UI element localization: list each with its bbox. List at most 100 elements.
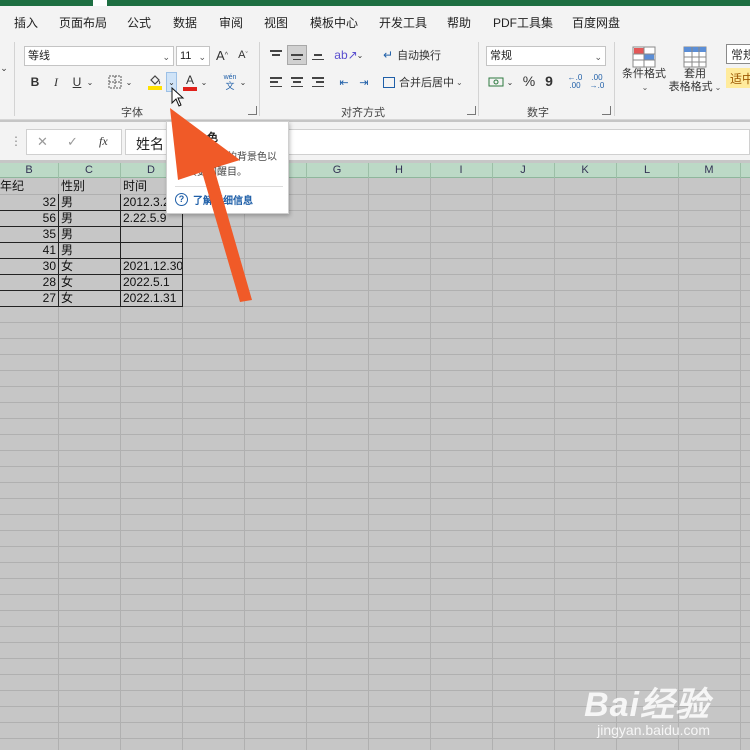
align-bottom-button[interactable] [310,47,326,63]
wrap-text-button[interactable]: ↵ 自动换行 [383,46,453,64]
decrease-decimal-button[interactable]: .00 →.0 [588,74,606,90]
worksheet-grid[interactable]: 年纪 性别 时间 32 男 2012.3.2 56 男 2.22.5.9 35 … [0,178,750,750]
gridline-horizontal [0,674,750,675]
column-header-m[interactable]: M [678,164,740,176]
table-cell[interactable]: 30 [0,258,56,274]
tab-view[interactable]: 视图 [264,14,288,31]
gridline-horizontal [0,610,750,611]
borders-dropdown-icon[interactable]: ⌄ [125,74,133,90]
underline-dropdown-icon[interactable]: ⌄ [86,74,94,90]
align-middle-button[interactable] [287,45,307,65]
style-moderate-cell[interactable]: 适中 [726,68,750,88]
alignment-group-launcher-icon[interactable] [467,106,476,115]
column-header-c[interactable]: C [58,164,120,176]
number-format-select[interactable]: 常规 ⌄ [486,46,606,66]
increase-indent-button[interactable]: ⇥ [356,74,372,90]
ribbon-tabs: 插入 页面布局 公式 数据 审阅 视图 模板中心 开发工具 帮助 PDF工具集 … [0,6,750,36]
format-as-table-label-1: 套用 [684,68,706,80]
align-right-button[interactable] [310,74,326,90]
font-color-button[interactable]: A [182,72,198,92]
grow-font-button[interactable]: A ^ [214,46,230,64]
phonetic-button[interactable]: wén 文 [222,71,238,93]
table-cell[interactable]: 2021.12.30 [123,258,183,274]
tab-page-layout[interactable]: 页面布局 [59,14,107,31]
font-group-launcher-icon[interactable] [248,106,257,115]
format-as-table-button[interactable]: 套用 表格格式 ⌄ [668,42,722,98]
increase-decimal-button[interactable]: ←.0.00 [566,74,584,90]
tooltip-help-link[interactable]: ? 了解详细信息 [175,192,253,207]
align-top-button[interactable] [268,47,284,63]
accounting-dropdown-icon[interactable]: ⌄ [506,74,514,90]
table-cell[interactable]: 女 [61,290,119,306]
percent-button[interactable]: % [520,72,538,90]
table-cell[interactable]: 男 [61,242,119,258]
table-cell[interactable]: 2022.1.31 [123,290,181,306]
tab-data[interactable]: 数据 [173,14,197,31]
align-center-button[interactable] [289,74,305,90]
table-cell[interactable]: 56 [0,210,56,226]
decrease-indent-button[interactable]: ⇤ [336,74,352,90]
italic-button[interactable]: I [49,74,63,90]
table-cell[interactable] [123,226,181,242]
table-cell[interactable]: 41 [0,242,56,258]
cell-header-gender[interactable]: 性别 [61,178,119,194]
gridline-horizontal [0,418,750,419]
column-header-i[interactable]: I [430,164,492,176]
style-normal-cell[interactable]: 常规 [726,44,750,64]
table-cell[interactable]: 女 [61,258,119,274]
tab-formulas[interactable]: 公式 [127,14,151,31]
table-cell[interactable]: 女 [61,274,119,290]
fill-color-swatch [148,86,162,90]
tab-insert[interactable]: 插入 [14,14,38,31]
column-header-h[interactable]: H [368,164,430,176]
font-color-dropdown-icon[interactable]: ⌄ [200,74,208,90]
tab-help[interactable]: 帮助 [447,14,471,31]
table-cell[interactable]: 2022.5.1 [123,274,181,290]
paint-bucket-icon [150,75,161,85]
tab-developer[interactable]: 开发工具 [379,14,427,31]
accounting-format-button[interactable] [487,74,505,90]
insert-function-button[interactable]: fx [99,134,108,149]
table-cell[interactable]: 32 [0,194,56,210]
column-header-j[interactable]: J [492,164,554,176]
column-header-k[interactable]: K [554,164,616,176]
phonetic-dropdown-icon[interactable]: ⌄ [239,74,247,90]
comma-style-button[interactable]: 9 [542,72,556,90]
confirm-icon[interactable]: ✓ [67,134,78,150]
shrink-arrow-icon: ˇ [245,51,248,59]
tab-template-center[interactable]: 模板中心 [310,14,358,31]
table-cell[interactable] [123,242,181,258]
table-cell[interactable]: 35 [0,226,56,242]
shrink-font-button[interactable]: Aˇ [235,46,251,64]
orientation-dropdown-icon[interactable]: ⌄ [356,46,364,64]
orientation-button[interactable]: ab↗ [334,46,357,64]
tab-pdf-tools[interactable]: PDF工具集 [493,14,553,31]
conditional-format-button[interactable]: 条件格式 ⌄ [620,42,668,98]
table-cell[interactable]: 27 [0,290,56,306]
column-header-b[interactable]: B [0,164,58,176]
tooltip-divider [175,186,283,187]
merge-center-button[interactable]: 合并后居中 ⌄ [383,73,465,91]
font-size-select[interactable]: 11 ⌄ [176,46,210,66]
tooltip-title: 色 [207,132,218,144]
fill-color-dropdown-button[interactable]: ⌄ [166,72,177,92]
table-cell[interactable]: 男 [61,210,119,226]
font-name-select[interactable]: 等线 ⌄ [24,46,174,66]
bold-button[interactable]: B [28,74,42,90]
number-group-launcher-icon[interactable] [602,106,611,115]
tab-review[interactable]: 审阅 [219,14,243,31]
table-cell[interactable]: 男 [61,226,119,242]
column-header-l[interactable]: L [616,164,678,176]
column-header-g[interactable]: G [306,164,368,176]
fill-color-button[interactable] [146,72,164,92]
align-left-button[interactable] [268,74,284,90]
clipboard-caret-icon[interactable]: ⌄ [0,60,8,76]
cell-header-age[interactable]: 年纪 [0,178,56,194]
underline-button[interactable]: U [70,74,84,90]
tab-baidu-netdisk[interactable]: 百度网盘 [572,14,620,31]
table-cell[interactable]: 28 [0,274,56,290]
borders-button[interactable] [107,74,123,90]
table-cell[interactable]: 男 [61,194,119,210]
cancel-icon[interactable]: ✕ [37,134,48,150]
tooltip-help-label: 了解详细信息 [193,196,253,207]
